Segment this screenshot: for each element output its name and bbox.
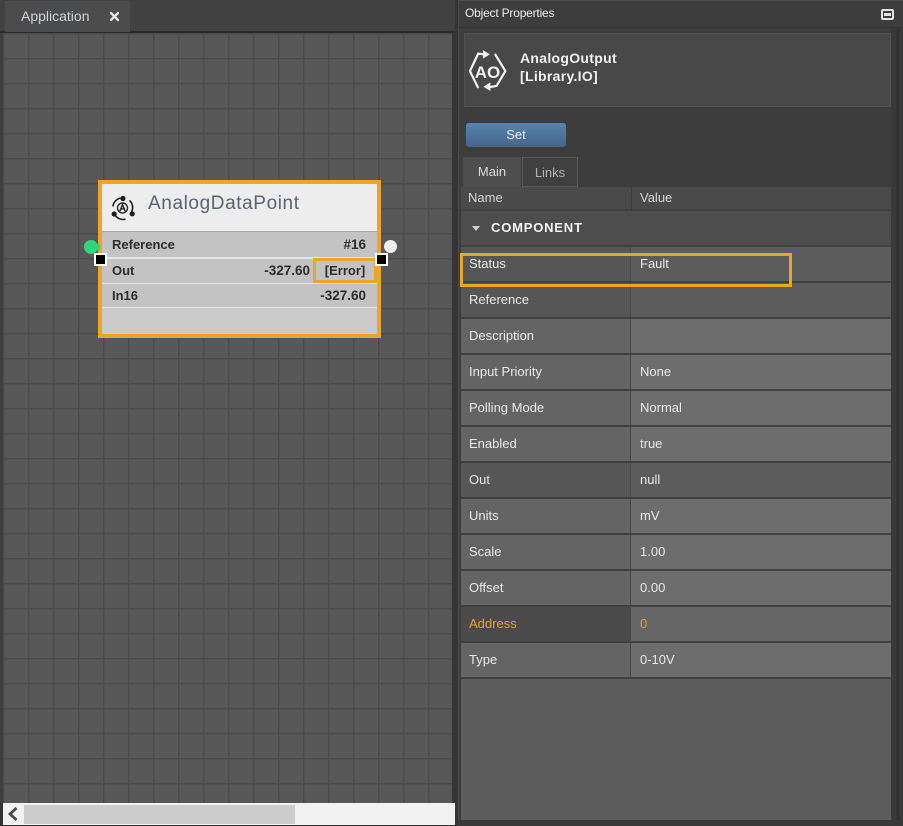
svg-text:AO: AO — [475, 63, 501, 82]
